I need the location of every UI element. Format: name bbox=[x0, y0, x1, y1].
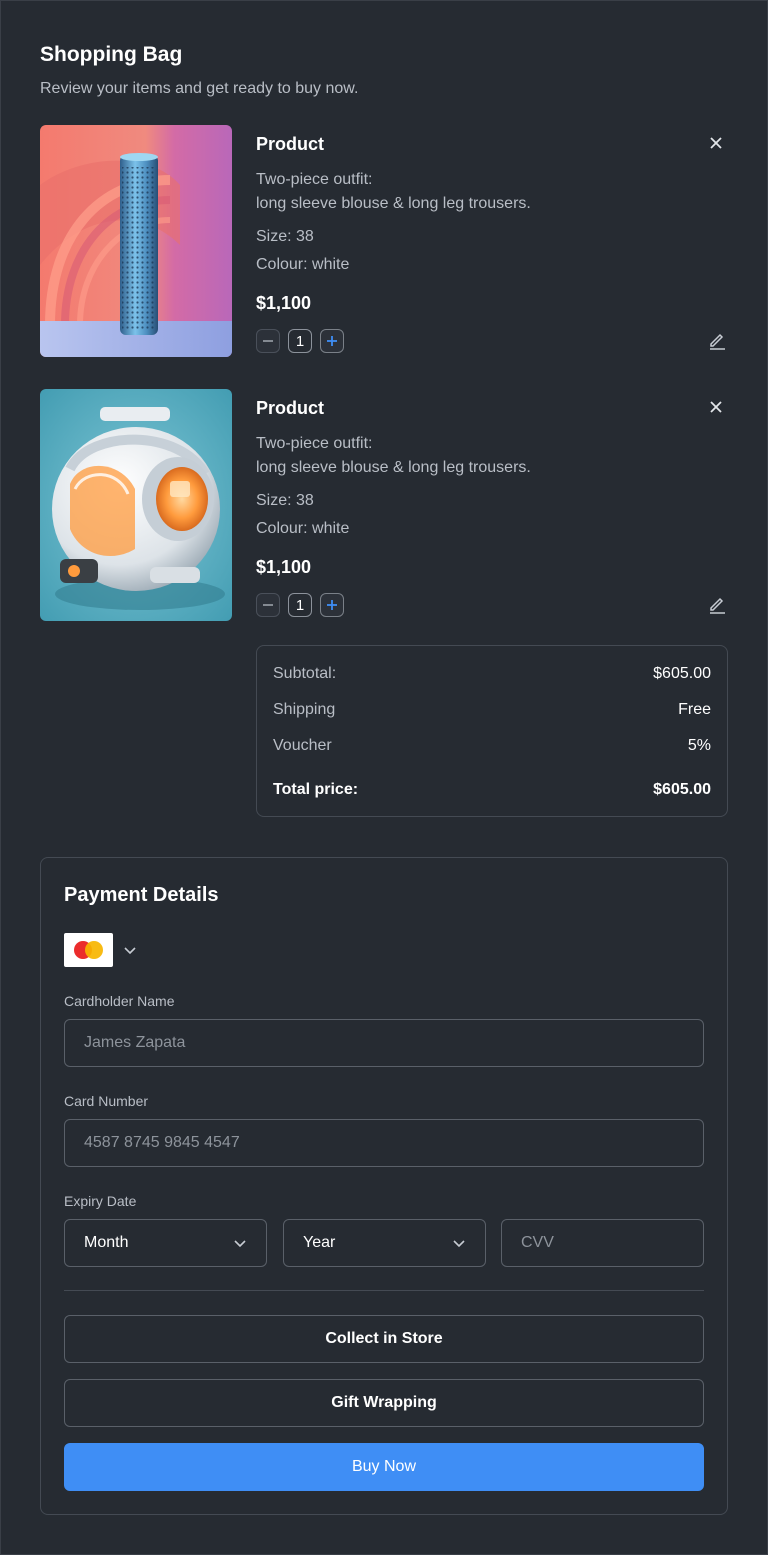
plus-icon bbox=[327, 600, 337, 610]
year-select[interactable]: Year bbox=[283, 1219, 486, 1267]
product-description: Two-piece outfit: long sleeve blouse & l… bbox=[256, 432, 531, 480]
month-select[interactable]: Month bbox=[64, 1219, 267, 1267]
product-price: $1,100 bbox=[256, 557, 312, 577]
product-name: Product bbox=[256, 398, 325, 418]
expiry-date-label: Expiry Date bbox=[64, 1193, 137, 1209]
cardholder-name-input[interactable] bbox=[64, 1019, 704, 1067]
voucher-label: Voucher bbox=[273, 737, 332, 754]
quantity-value[interactable]: 1 bbox=[288, 593, 312, 617]
edit-item-button[interactable] bbox=[706, 329, 728, 351]
shipping-value: Free bbox=[678, 701, 711, 718]
page-title: Shopping Bag bbox=[40, 43, 183, 66]
month-select-value: Month bbox=[84, 1234, 129, 1251]
description-line: Two-piece outfit: bbox=[256, 435, 373, 452]
order-summary: Subtotal: $605.00 Shipping Free Voucher … bbox=[256, 645, 728, 817]
minus-icon bbox=[263, 604, 273, 606]
card-type-select[interactable] bbox=[64, 933, 137, 967]
increase-quantity-button[interactable] bbox=[320, 329, 344, 353]
close-icon bbox=[710, 137, 722, 149]
product-size: Size: 38 bbox=[256, 228, 314, 245]
payment-title: Payment Details bbox=[64, 884, 219, 906]
voucher-row: Voucher 5% bbox=[273, 737, 711, 755]
pencil-icon bbox=[710, 333, 725, 350]
product-colour: Colour: white bbox=[256, 520, 350, 537]
shipping-row: Shipping Free bbox=[273, 701, 711, 719]
divider bbox=[64, 1290, 704, 1291]
product-price: $1,100 bbox=[256, 293, 312, 313]
chevron-down-icon bbox=[453, 1240, 465, 1248]
year-select-value: Year bbox=[303, 1234, 336, 1251]
chevron-down-icon bbox=[234, 1240, 246, 1248]
payment-details-panel: Payment Details Cardholder Name Card Num… bbox=[40, 857, 728, 1515]
total-label: Total price: bbox=[273, 781, 359, 798]
quantity-stepper: 1 bbox=[256, 329, 344, 353]
buy-now-button[interactable]: Buy Now bbox=[64, 1443, 704, 1491]
gift-wrapping-button[interactable]: Gift Wrapping bbox=[64, 1379, 704, 1427]
chevron-down-icon bbox=[124, 947, 136, 955]
decrease-quantity-button[interactable] bbox=[256, 329, 280, 353]
product-colour: Colour: white bbox=[256, 256, 350, 273]
remove-item-button[interactable] bbox=[706, 397, 726, 417]
subtotal-value: $605.00 bbox=[653, 665, 711, 682]
product-description: Two-piece outfit: long sleeve blouse & l… bbox=[256, 168, 531, 216]
decrease-quantity-button[interactable] bbox=[256, 593, 280, 617]
card-number-input[interactable] bbox=[64, 1119, 704, 1167]
cvv-input[interactable] bbox=[501, 1219, 704, 1267]
description-line: long sleeve blouse & long leg trousers. bbox=[256, 195, 531, 212]
product-name: Product bbox=[256, 134, 325, 154]
collect-in-store-button[interactable]: Collect in Store bbox=[64, 1315, 704, 1363]
cart-item: Product Two-piece outfit: long sleeve bl… bbox=[40, 125, 728, 357]
card-number-label: Card Number bbox=[64, 1093, 149, 1109]
quantity-stepper: 1 bbox=[256, 593, 344, 617]
description-line: long sleeve blouse & long leg trousers. bbox=[256, 459, 531, 476]
increase-quantity-button[interactable] bbox=[320, 593, 344, 617]
close-icon bbox=[710, 401, 722, 413]
voucher-value: 5% bbox=[687, 737, 711, 754]
speaker-product-image[interactable] bbox=[40, 125, 232, 357]
description-line: Two-piece outfit: bbox=[256, 171, 373, 188]
total-value: $605.00 bbox=[653, 781, 711, 798]
cardholder-label: Cardholder Name bbox=[64, 993, 175, 1009]
subtotal-label: Subtotal: bbox=[273, 665, 337, 682]
edit-item-button[interactable] bbox=[706, 593, 728, 615]
minus-icon bbox=[263, 340, 273, 342]
mastercard-icon bbox=[64, 933, 113, 967]
remove-item-button[interactable] bbox=[706, 133, 726, 153]
subtotal-row: Subtotal: $605.00 bbox=[273, 665, 711, 683]
robot-device-product-image[interactable] bbox=[40, 389, 232, 621]
product-size: Size: 38 bbox=[256, 492, 314, 509]
quantity-value[interactable]: 1 bbox=[288, 329, 312, 353]
cart-item: Product Two-piece outfit: long sleeve bl… bbox=[40, 389, 728, 621]
page-subtitle: Review your items and get ready to buy n… bbox=[40, 80, 359, 97]
total-row: Total price: $605.00 bbox=[273, 781, 711, 799]
pencil-icon bbox=[710, 597, 725, 614]
shipping-label: Shipping bbox=[273, 701, 336, 718]
plus-icon bbox=[327, 336, 337, 346]
